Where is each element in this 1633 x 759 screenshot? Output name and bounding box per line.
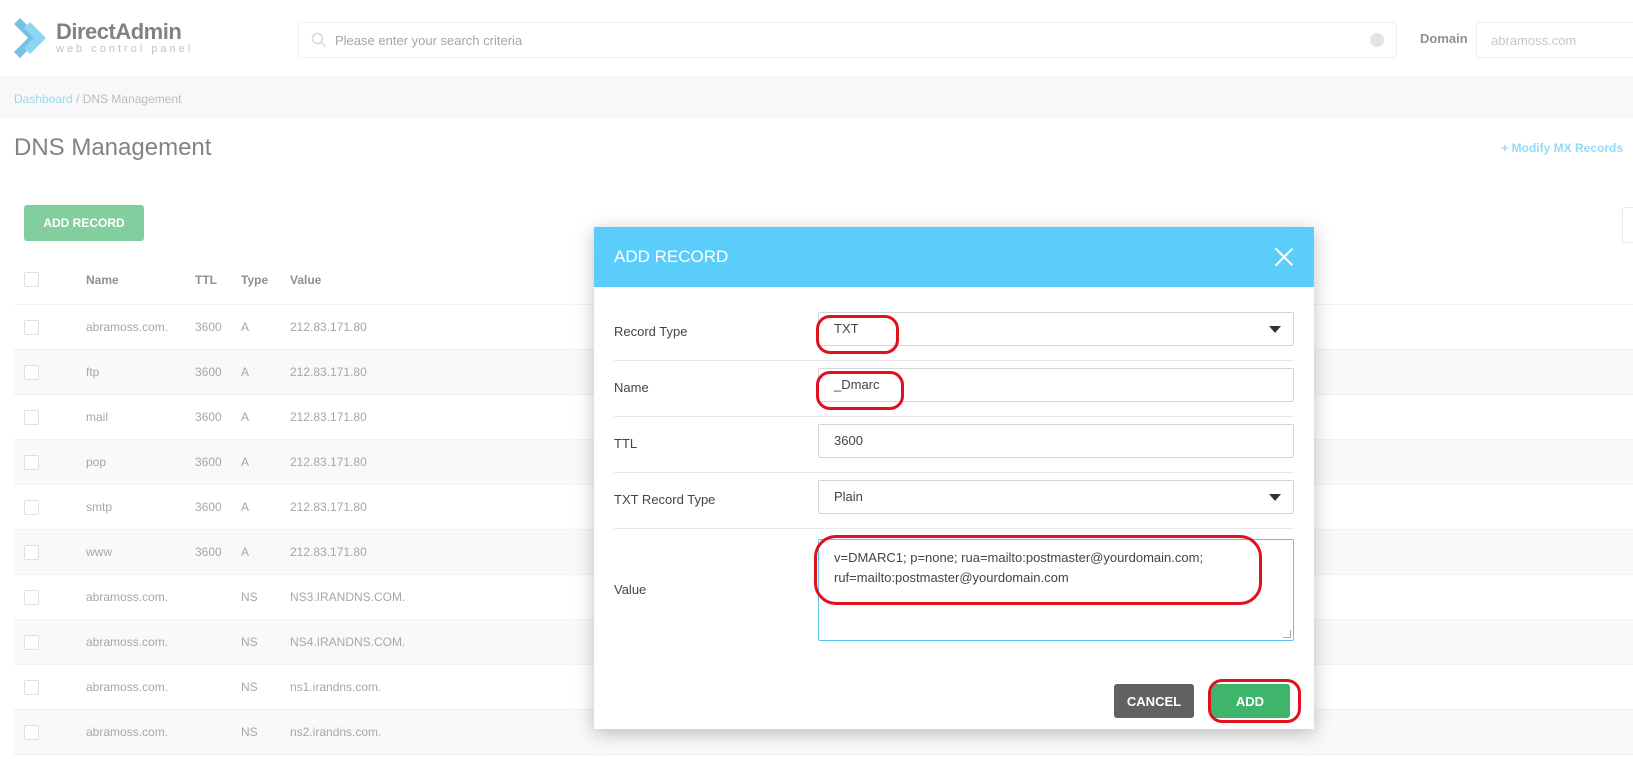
txt-record-type-select[interactable]: Plain	[818, 480, 1294, 514]
resize-handle-icon[interactable]	[1283, 630, 1291, 638]
value-textarea[interactable]: v=DMARC1; p=none; rua=mailto:postmaster@…	[818, 539, 1294, 641]
chevron-down-icon	[1269, 326, 1281, 333]
record-type-select[interactable]: TXT	[818, 312, 1294, 346]
dialog-header: ADD RECORD	[594, 227, 1314, 287]
add-button[interactable]: ADD	[1210, 684, 1290, 718]
dialog-title: ADD RECORD	[614, 247, 729, 266]
txt-record-type-value: Plain	[834, 489, 863, 504]
close-icon[interactable]	[1274, 247, 1294, 267]
value-row: Value v=DMARC1; p=none; rua=mailto:postm…	[614, 529, 1294, 649]
chevron-down-icon	[1269, 494, 1281, 501]
record-type-label: Record Type	[614, 324, 688, 339]
txt-record-type-row: TXT Record Type Plain	[614, 473, 1294, 529]
ttl-row: TTL 3600	[614, 417, 1294, 473]
name-label: Name	[614, 380, 649, 395]
value-label: Value	[614, 582, 647, 597]
ttl-input[interactable]: 3600	[818, 424, 1294, 458]
cancel-button[interactable]: CANCEL	[1114, 684, 1194, 718]
record-type-value: TXT	[834, 321, 859, 336]
ttl-label: TTL	[614, 436, 638, 451]
txt-record-type-label: TXT Record Type	[614, 492, 716, 507]
add-record-dialog: ADD RECORD Record Type TXT Name _Dmarc T…	[594, 227, 1314, 729]
record-type-row: Record Type TXT	[614, 305, 1294, 361]
name-row: Name _Dmarc	[614, 361, 1294, 417]
name-input[interactable]: _Dmarc	[818, 368, 1294, 402]
value-text: v=DMARC1; p=none; rua=mailto:postmaster@…	[834, 550, 1204, 585]
